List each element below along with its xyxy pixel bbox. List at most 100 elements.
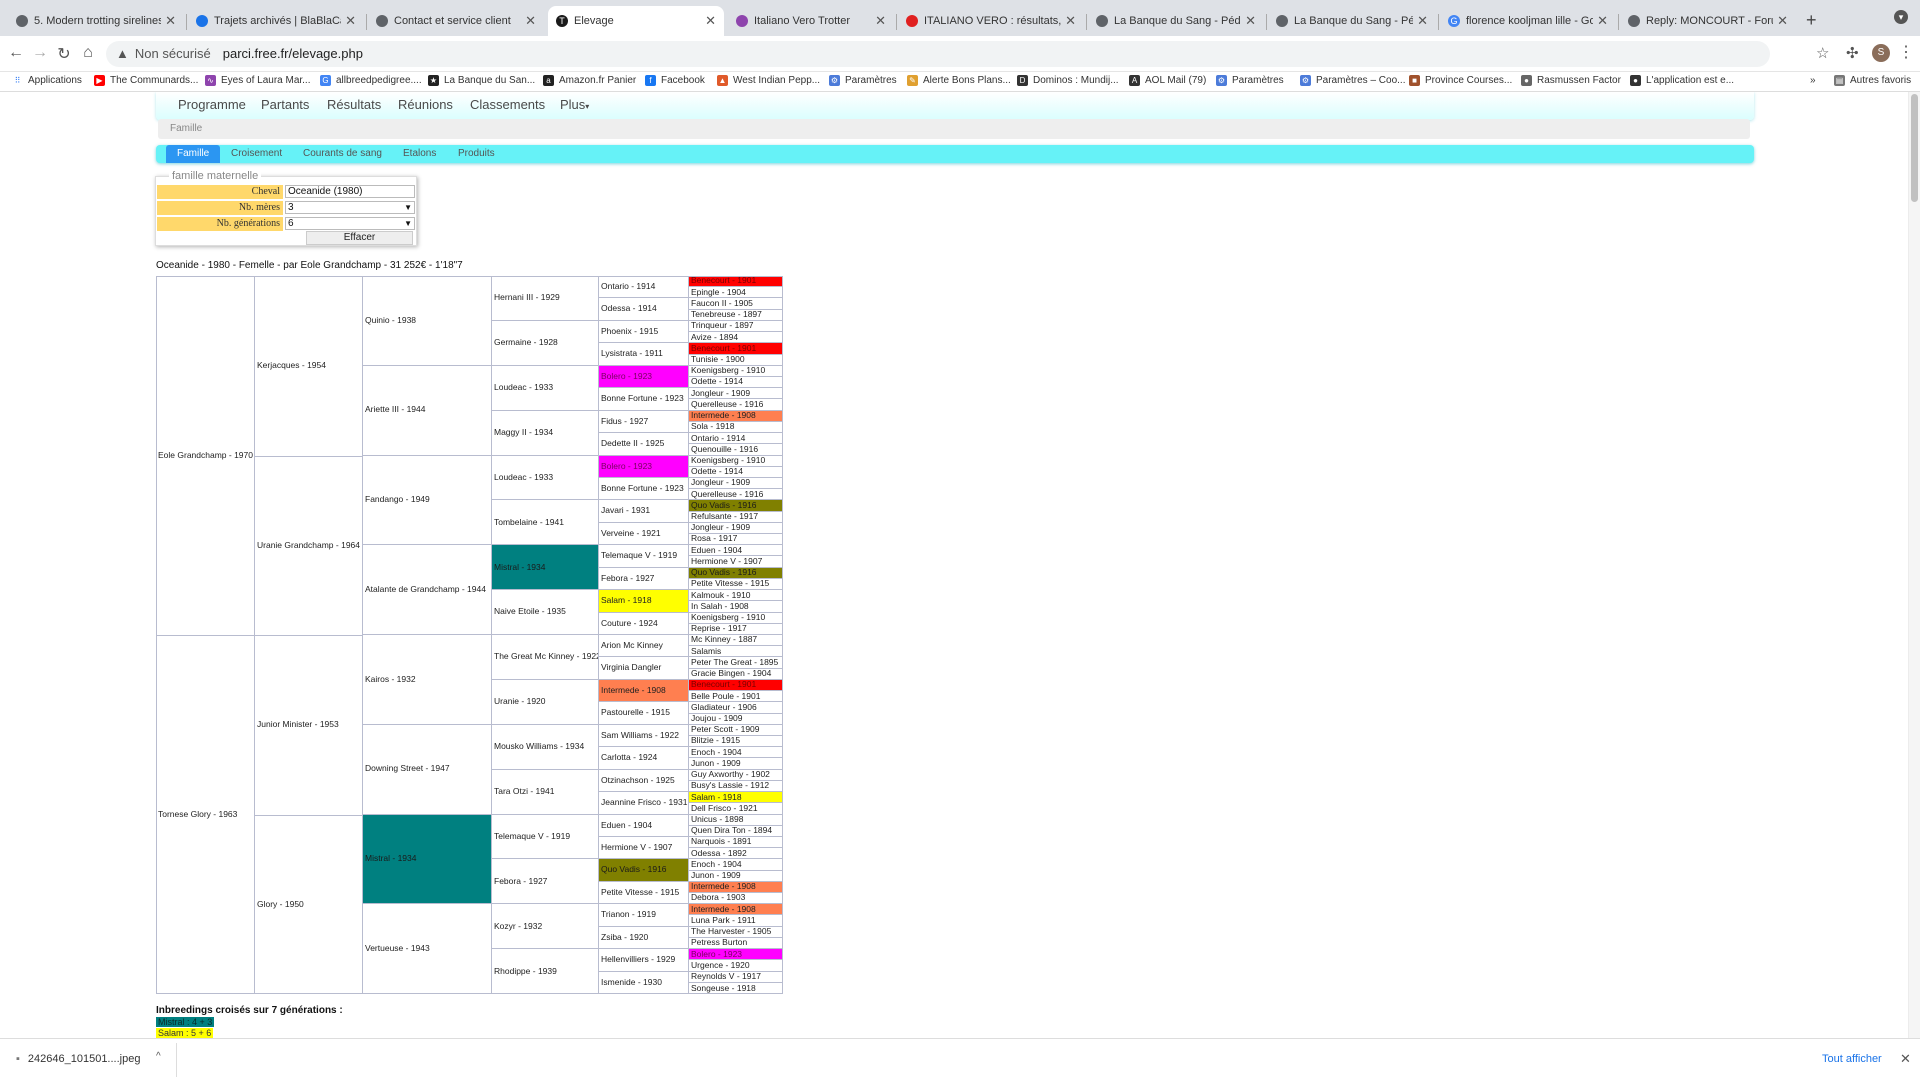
url-text: parci.free.fr/elevage.php (222, 46, 363, 61)
nav-classements[interactable]: Classements (470, 97, 545, 112)
close-tab-icon[interactable]: ✕ (1245, 13, 1256, 29)
nav-resultats[interactable]: Résultats (327, 97, 381, 112)
bookmark-icon: ▶ (94, 75, 105, 86)
bookmark-item[interactable]: ✎ Alerte Bons Plans... (907, 75, 1011, 86)
bookmarks-overflow-icon[interactable]: » (1810, 75, 1816, 86)
browser-tab[interactable]: Contact et service client ✕ (368, 6, 544, 36)
browser-menu-icon[interactable]: ⋮ (1898, 42, 1914, 62)
browser-tab[interactable]: T Elevage ✕ (548, 6, 724, 36)
bookmark-item[interactable]: ★ La Banque du San... (428, 75, 535, 86)
bookmark-icon: ▲ (717, 75, 728, 86)
pedigree-cell: Jongleur - 1909 (689, 477, 783, 490)
bookmark-item[interactable]: ● L'application est e... (1630, 75, 1734, 86)
bookmark-icon: ● (1521, 75, 1532, 86)
pedigree-cell: Tombelaine - 1941 (492, 500, 599, 546)
tab-produits[interactable]: Produits (458, 148, 495, 159)
nav-reunions[interactable]: Réunions (398, 97, 453, 112)
close-tab-icon[interactable]: ✕ (875, 13, 886, 29)
close-icon[interactable]: ✕ (1900, 1051, 1911, 1067)
reload-icon[interactable]: ↻ (54, 44, 74, 64)
close-tab-icon[interactable]: ✕ (165, 13, 176, 29)
tab-croisement[interactable]: Croisement (231, 148, 282, 159)
show-all-downloads-link[interactable]: Tout afficher (1822, 1053, 1882, 1065)
browser-tab[interactable]: La Banque du Sang - Pédigree✕ (1268, 6, 1436, 36)
pedigree-cell: Salam - 1918 (599, 590, 689, 613)
family-search-input[interactable]: Famille (158, 119, 1750, 139)
bookmark-item[interactable]: Gallbreedpedigree.... (320, 75, 422, 86)
page-scrollbar[interactable] (1908, 92, 1920, 1038)
scrollbar-thumb[interactable] (1911, 94, 1918, 202)
browser-tab[interactable]: ITALIANO VERO : résultats, pa✕ (898, 6, 1084, 36)
bookmark-item[interactable]: ⚙ Paramètres – Coo... (1300, 75, 1405, 86)
site-favicon-icon: G (1448, 15, 1460, 27)
nb-meres-select[interactable]: 3 ▼ (285, 201, 415, 214)
pedigree-cell: Bolero - 1923 (599, 365, 689, 389)
nav-programme[interactable]: Programme (178, 97, 246, 112)
pedigree-cell: Glory - 1950 (255, 814, 363, 994)
pedigree-cell: Phoenix - 1915 (599, 320, 689, 344)
extensions-puzzle-icon[interactable]: ✣ (1846, 44, 1859, 62)
browser-tab[interactable]: 5. Modern trotting sirelines ✕ (8, 6, 184, 36)
bookmark-item[interactable]: ⠿ Applications (12, 75, 82, 86)
pedigree-cell: Petite Vitesse - 1915 (599, 881, 689, 905)
bookmark-item[interactable]: ▲ West Indian Pepp... (717, 75, 820, 86)
browser-tab[interactable]: Trajets archivés | BlaBlaCar ✕ (188, 6, 364, 36)
download-item[interactable]: ▪ 242646_101501....jpeg (16, 1053, 140, 1065)
tab-etalons[interactable]: Etalons (403, 148, 436, 159)
pedigree-cell: Eduen - 1904 (689, 545, 783, 557)
browser-tab[interactable]: Reply: MONCOURT - Forum ✕ (1620, 6, 1796, 36)
folder-icon: ▤ (1834, 75, 1845, 86)
bookmark-item[interactable]: ⚙ Paramètres (1216, 75, 1284, 86)
bookmark-star-icon[interactable]: ☆ (1816, 44, 1829, 62)
close-tab-icon[interactable]: ✕ (1417, 13, 1428, 29)
bookmark-icon: D (1017, 75, 1028, 86)
pedigree-cell: Uranie Grandchamp - 1964 (255, 455, 363, 635)
effacer-button[interactable]: Effacer (306, 231, 413, 245)
nb-generations-row: Nb. générations 6 ▼ (157, 217, 415, 231)
bookmark-item[interactable]: ■ Province Courses... (1409, 75, 1512, 86)
bookmark-item[interactable]: ● Rasmussen Factor (1521, 75, 1621, 86)
page-content: Programme Partants Résultats Réunions Cl… (0, 92, 1920, 1038)
close-tab-icon[interactable]: ✕ (1597, 13, 1608, 29)
back-arrow-icon[interactable]: ← (6, 44, 26, 62)
browser-tab[interactable]: La Banque du Sang - Pédigree✕ (1088, 6, 1264, 36)
close-tab-icon[interactable]: ✕ (345, 13, 356, 29)
bookmark-item[interactable]: f Facebook (645, 75, 705, 86)
pedigree-cell: Ontario - 1914 (599, 276, 689, 299)
tab-search-icon[interactable]: ▾ (1894, 10, 1908, 24)
pedigree-cell: Benecourt - 1901 (689, 343, 783, 355)
bookmark-item[interactable]: A AOL Mail (79) (1129, 75, 1206, 86)
browser-tab[interactable]: Italiano Vero Trotter ✕ (728, 6, 894, 36)
tab-courants-de-sang[interactable]: Courants de sang (303, 148, 382, 159)
bookmark-item[interactable]: ▶ The Communards... (94, 75, 198, 86)
nav-plus[interactable]: Plus▾ (560, 97, 589, 112)
chevron-up-icon[interactable]: ^ (156, 1051, 161, 1062)
close-tab-icon[interactable]: ✕ (1777, 13, 1788, 29)
pedigree-cell: Busy's Lassie - 1912 (689, 780, 783, 793)
pedigree-cell: Arion Mc Kinney (599, 635, 689, 658)
home-icon[interactable]: ⌂ (78, 44, 98, 62)
close-tab-icon[interactable]: ✕ (525, 13, 536, 29)
bookmark-item[interactable]: D Dominos : Mundij... (1017, 75, 1119, 86)
bookmark-item[interactable]: ⚙ Paramètres (829, 75, 897, 86)
bookmark-item[interactable]: a Amazon.fr Panier (543, 75, 636, 86)
other-bookmarks[interactable]: ▤ Autres favoris (1834, 75, 1911, 86)
pedigree-cell: Kalmouk - 1910 (689, 590, 783, 602)
cheval-input[interactable]: Oceanide (1980) (285, 185, 415, 198)
tab-famille[interactable]: Famille (166, 145, 221, 163)
profile-avatar[interactable]: S (1872, 44, 1890, 62)
nb-generations-label: Nb. générations (157, 217, 283, 231)
nb-generations-select[interactable]: 6 ▼ (285, 217, 415, 230)
forward-arrow-icon[interactable]: → (30, 44, 50, 62)
new-tab-icon[interactable]: + (1806, 10, 1817, 31)
close-tab-icon[interactable]: ✕ (705, 13, 716, 29)
pedigree-cell: Odette - 1914 (689, 466, 783, 478)
browser-tab[interactable]: Gflorence kooljman lille - Googl✕ (1440, 6, 1616, 36)
close-tab-icon[interactable]: ✕ (1065, 13, 1076, 29)
pedigree-cell: Querelleuse - 1916 (689, 489, 783, 501)
pedigree-cell: Sola - 1918 (689, 421, 783, 434)
nav-partants[interactable]: Partants (261, 97, 309, 112)
address-bar[interactable]: ▲ Non sécurisé parci.free.fr/elevage.php (106, 41, 1770, 67)
pedigree-cell: Couture - 1924 (599, 612, 689, 635)
bookmark-item[interactable]: ∿ Eyes of Laura Mar... (205, 75, 311, 86)
